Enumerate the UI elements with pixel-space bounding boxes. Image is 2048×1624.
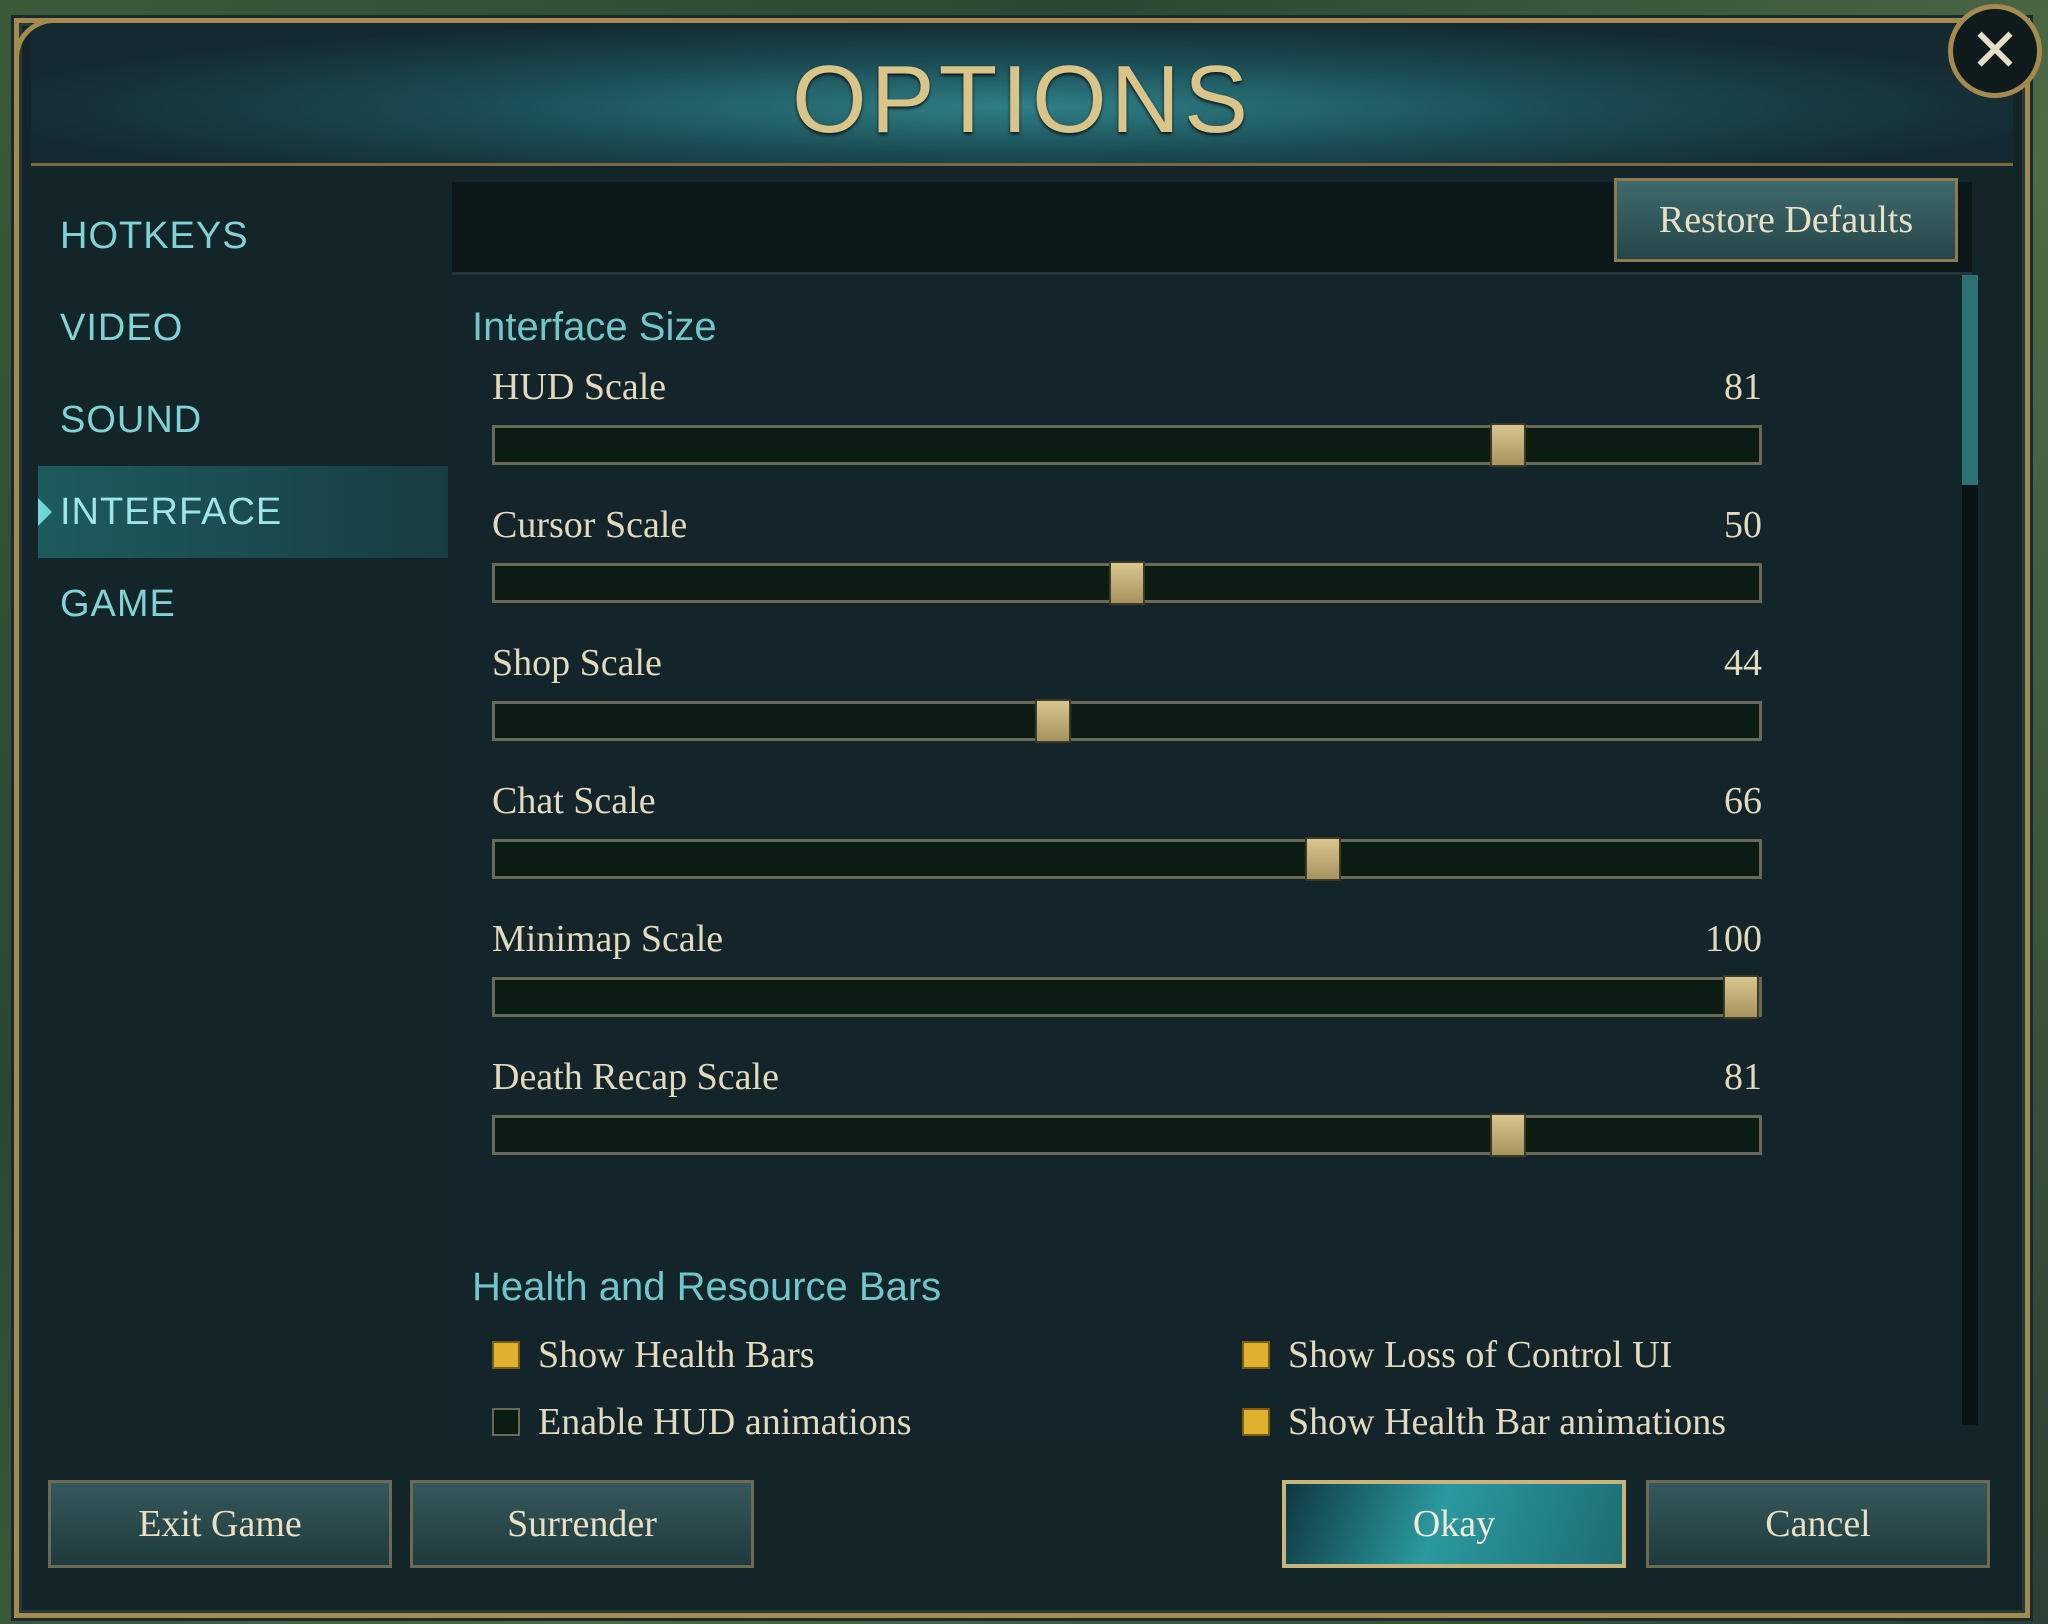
option-enable-hud-animations[interactable]: Enable HUD animations: [492, 1397, 912, 1440]
slider-track[interactable]: [492, 975, 1762, 1019]
option-show-health-bars[interactable]: Show Health Bars: [492, 1330, 815, 1380]
tab-video[interactable]: VIDEO: [38, 282, 448, 374]
slider-label: Shop Scale: [492, 642, 662, 684]
slider-track[interactable]: [492, 423, 1762, 467]
okay-button[interactable]: Okay: [1282, 1480, 1626, 1568]
slider-label: Chat Scale: [492, 780, 656, 822]
checkbox[interactable]: [1242, 1408, 1270, 1436]
triangle-right-icon: [38, 498, 52, 526]
option-label: Show Health Bar animations: [1288, 1401, 1726, 1440]
slider-label: HUD Scale: [492, 366, 667, 408]
options-sidebar: HOTKEYS VIDEO SOUND INTERFACE GAME: [38, 190, 448, 650]
tab-label: INTERFACE: [60, 490, 283, 533]
slider-thumb[interactable]: [1035, 699, 1072, 743]
option-show-loss-of-control-ui[interactable]: Show Loss of Control UI: [1242, 1330, 1672, 1380]
tab-sound[interactable]: SOUND: [38, 374, 448, 466]
exit-game-button[interactable]: Exit Game: [48, 1480, 392, 1568]
close-icon[interactable]: ✕: [1948, 4, 2042, 98]
checkbox[interactable]: [1242, 1341, 1270, 1369]
option-label: Show Loss of Control UI: [1288, 1334, 1673, 1376]
window-title: OPTIONS: [791, 46, 1253, 153]
slider-thumb[interactable]: [1109, 561, 1145, 605]
tab-game[interactable]: GAME: [38, 558, 448, 650]
tab-hotkeys[interactable]: HOTKEYS: [38, 190, 448, 282]
slider-track[interactable]: [492, 561, 1762, 605]
slider-value: 44: [1724, 642, 1762, 684]
tab-label: VIDEO: [60, 306, 184, 349]
tab-label: GAME: [60, 582, 176, 625]
settings-panel: Interface Size HUD Scale 81 Cursor Scale…: [452, 275, 1960, 1440]
slider-label: Death Recap Scale: [492, 1056, 779, 1098]
tab-interface[interactable]: INTERFACE: [38, 466, 448, 558]
slider-value: 81: [1724, 1056, 1762, 1098]
slider-thumb[interactable]: [1489, 1113, 1526, 1157]
checkbox[interactable]: [492, 1341, 520, 1369]
slider-track[interactable]: [492, 1113, 1762, 1157]
slider-value: 50: [1724, 504, 1762, 546]
slider-thumb[interactable]: [1305, 837, 1342, 881]
restore-defaults-button[interactable]: Restore Defaults: [1614, 178, 1958, 262]
section-title-interface-size: Interface Size: [472, 305, 717, 349]
slider-thumb[interactable]: [1489, 423, 1526, 467]
option-label: Show Health Bars: [538, 1334, 815, 1376]
slider-value: 81: [1724, 366, 1762, 408]
slider-label: Cursor Scale: [492, 504, 688, 546]
checkbox[interactable]: [492, 1408, 520, 1436]
tab-label: SOUND: [60, 398, 203, 441]
slider-thumb[interactable]: [1723, 975, 1759, 1019]
slider-value: 100: [1705, 918, 1762, 960]
section-title-health-bars: Health and Resource Bars: [472, 1265, 942, 1309]
cancel-button[interactable]: Cancel: [1646, 1480, 1990, 1568]
settings-scrollbar[interactable]: [1962, 275, 1978, 1425]
scrollbar-thumb[interactable]: [1962, 275, 1978, 485]
surrender-button[interactable]: Surrender: [410, 1480, 754, 1568]
slider-track[interactable]: [492, 699, 1762, 743]
title-bar: OPTIONS: [31, 23, 2013, 166]
option-label: Enable HUD animations: [538, 1401, 912, 1440]
option-show-health-bar-animations[interactable]: Show Health Bar animations: [1242, 1397, 1726, 1440]
slider-label: Minimap Scale: [492, 918, 724, 960]
slider-value: 66: [1724, 780, 1762, 822]
tab-label: HOTKEYS: [60, 214, 249, 257]
slider-track[interactable]: [492, 837, 1762, 881]
